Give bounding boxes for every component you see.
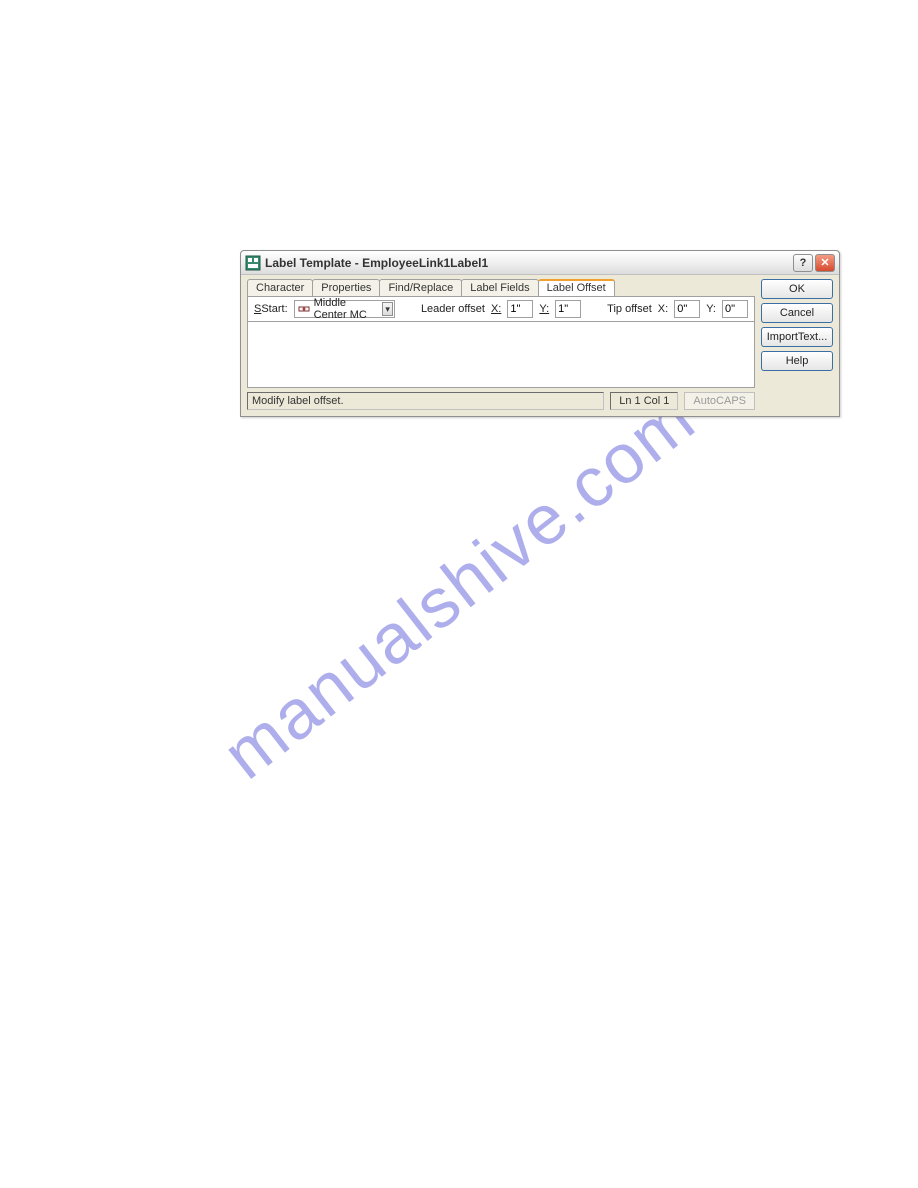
titlebar-close-button[interactable]: ✕ <box>815 254 835 272</box>
leader-offset-label: Leader offset <box>421 303 485 315</box>
tab-label-fields[interactable]: Label Fields <box>461 279 538 296</box>
status-message: Modify label offset. <box>247 392 604 410</box>
tab-character[interactable]: Character <box>247 279 313 296</box>
close-icon: ✕ <box>820 256 829 269</box>
cancel-button[interactable]: Cancel <box>761 303 833 323</box>
tab-find-replace[interactable]: Find/Replace <box>379 279 462 296</box>
start-dropdown[interactable]: Middle Center MC ▾ <box>294 300 395 318</box>
app-icon <box>245 255 261 271</box>
leader-x-label: X: <box>491 303 501 315</box>
dialog-body: Character Properties Find/Replace Label … <box>241 275 839 416</box>
titlebar-help-button[interactable]: ? <box>793 254 813 272</box>
chevron-down-icon[interactable]: ▾ <box>382 302 393 316</box>
tip-offset-label: Tip offset <box>607 303 652 315</box>
cursor-position: Ln 1 Col 1 <box>610 392 678 410</box>
autocaps-indicator: AutoCAPS <box>684 392 755 410</box>
tip-x-input[interactable] <box>674 300 700 318</box>
ok-button[interactable]: OK <box>761 279 833 299</box>
titlebar[interactable]: Label Template - EmployeeLink1Label1 ? ✕ <box>241 251 839 275</box>
dialog-title: Label Template - EmployeeLink1Label1 <box>265 256 791 270</box>
help-icon: ? <box>800 257 807 269</box>
leader-y-label: Y: <box>539 303 549 315</box>
tab-label-offset[interactable]: Label Offset <box>538 279 615 296</box>
watermark: manualshive.com <box>208 378 710 795</box>
tip-x-label: X: <box>658 303 668 315</box>
button-column: OK Cancel ImportText... Help <box>761 279 833 410</box>
leader-x-input[interactable] <box>507 300 533 318</box>
help-button[interactable]: Help <box>761 351 833 371</box>
label-template-dialog: Label Template - EmployeeLink1Label1 ? ✕… <box>240 250 840 417</box>
alignment-icon <box>298 303 310 315</box>
status-row: Modify label offset. Ln 1 Col 1 AutoCAPS <box>247 392 755 410</box>
start-label: SStart: <box>254 303 288 315</box>
leader-y-input[interactable] <box>555 300 581 318</box>
tabs-row: Character Properties Find/Replace Label … <box>247 279 755 296</box>
tab-properties[interactable]: Properties <box>312 279 380 296</box>
start-value: Middle Center MC <box>314 297 377 321</box>
import-text-button[interactable]: ImportText... <box>761 327 833 347</box>
offset-controls-row: SStart: Middle Center MC ▾ Leader offs <box>247 296 755 322</box>
main-column: Character Properties Find/Replace Label … <box>247 279 755 410</box>
label-text-area[interactable] <box>247 322 755 388</box>
tip-y-input[interactable] <box>722 300 748 318</box>
tip-y-label: Y: <box>706 303 716 315</box>
